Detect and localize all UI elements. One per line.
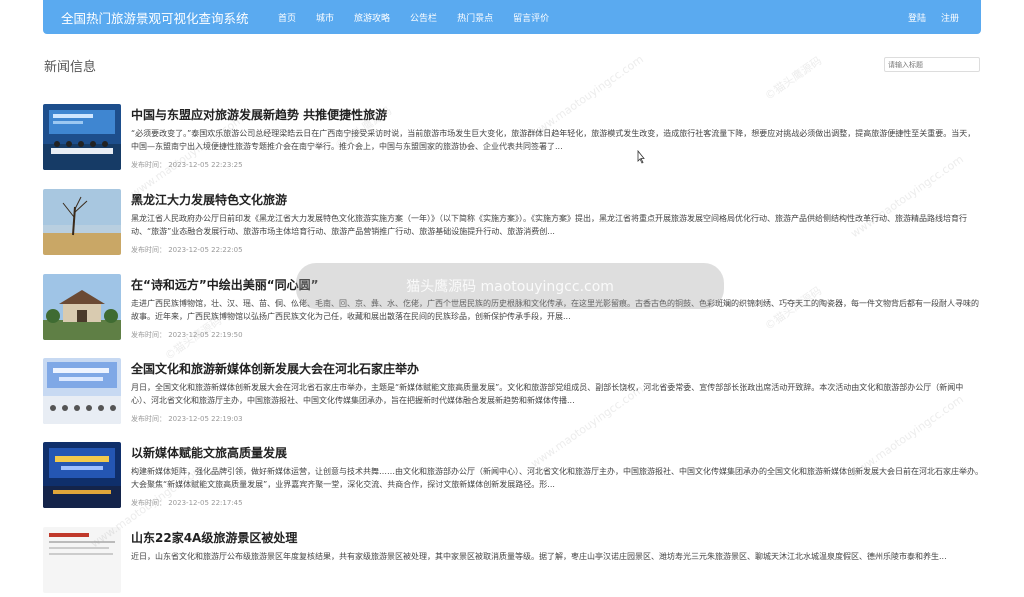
news-time: 发布时间： 2023-12-05 22:17:45 (131, 499, 243, 507)
watermark-text: ©猫头鹰源码 (762, 54, 825, 103)
news-item[interactable]: 以新媒体赋能文旅高质量发展 构建新媒体矩阵，强化品牌引领，做好新媒体运营，让创意… (43, 442, 983, 512)
conference-photo-icon (43, 104, 121, 170)
login-link[interactable]: 登陆 (908, 11, 926, 24)
news-title[interactable]: 以新媒体赋能文旅高质量发展 (131, 444, 287, 461)
search-input[interactable] (884, 57, 980, 72)
auth-links: 登陆 注册 (893, 11, 959, 24)
site-brand[interactable]: 全国热门旅游景观可视化查询系统 (61, 8, 261, 27)
news-summary: 构建新媒体矩阵，强化品牌引领，做好新媒体运营，让创意与技术共舞……由文化和旅游部… (131, 467, 983, 489)
news-thumbnail[interactable] (43, 189, 121, 255)
news-time: 发布时间： 2023-12-05 22:19:50 (131, 331, 243, 339)
news-title[interactable]: 黑龙江大力发展特色文化旅游 (131, 191, 287, 208)
lake-tree-photo-icon (43, 189, 121, 255)
news-summary: 走进广西民族博物馆，壮、汉、瑶、苗、侗、仫佬、毛南、回、京、彝、水、仡佬，广西个… (131, 299, 979, 321)
news-title[interactable]: 中国与东盟应对旅游发展新趋势 共推便捷性旅游 (131, 106, 387, 123)
news-summary: 月日，全国文化和旅游新媒体创新发展大会在河北省石家庄市举办，主题是“新媒体赋能文… (131, 383, 964, 405)
news-thumbnail[interactable] (43, 442, 121, 508)
museum-photo-icon (43, 274, 121, 340)
nav-city[interactable]: 城市 (316, 11, 334, 24)
register-link[interactable]: 注册 (941, 11, 959, 24)
news-title[interactable]: 全国文化和旅游新媒体创新发展大会在河北石家庄举办 (131, 360, 419, 377)
news-summary: 黑龙江省人民政府办公厅日前印发《黑龙江省大力发展特色文化旅游实施方案（一年）》（… (131, 214, 967, 236)
nav-home[interactable]: 首页 (278, 11, 296, 24)
news-item[interactable]: 在“诗和远方”中绘出美丽“同心圆” 走进广西民族博物馆，壮、汉、瑶、苗、侗、仫佬… (43, 274, 983, 344)
nav-comments[interactable]: 留言评价 (513, 11, 549, 24)
news-item[interactable]: 中国与东盟应对旅游发展新趋势 共推便捷性旅游 “必须要改变了。”泰国欢乐旅游公司… (43, 104, 983, 174)
conference-hall-photo-icon (43, 358, 121, 424)
page-title: 新闻信息 (44, 60, 97, 75)
news-item[interactable]: 山东22家4A级旅游景区被处理 近日，山东省文化和旅游厅公布级旅游景区年度复核结… (43, 527, 983, 597)
top-navbar: 全国热门旅游景观可视化查询系统 首页 城市 旅游攻略 公告栏 热门景点 留言评价… (43, 0, 981, 34)
news-title[interactable]: 山东22家4A级旅游景区被处理 (131, 529, 297, 546)
news-summary: “必须要改变了。”泰国欢乐旅游公司总经理梁皓云日在广西南宁接受采访时说，当前旅游… (131, 129, 976, 151)
nav-travel-guide[interactable]: 旅游攻略 (354, 11, 390, 24)
document-photo-icon (43, 527, 121, 593)
stage-photo-icon (43, 442, 121, 508)
news-time: 发布时间： 2023-12-05 22:22:05 (131, 246, 243, 254)
news-thumbnail[interactable] (43, 274, 121, 340)
nav-bulletin[interactable]: 公告栏 (410, 11, 437, 24)
news-title[interactable]: 在“诗和远方”中绘出美丽“同心圆” (131, 276, 319, 293)
news-thumbnail[interactable] (43, 527, 121, 593)
nav-hot-spots[interactable]: 热门景点 (457, 11, 493, 24)
news-thumbnail[interactable] (43, 358, 121, 424)
news-thumbnail[interactable] (43, 104, 121, 170)
news-time: 发布时间： 2023-12-05 22:19:03 (131, 415, 243, 423)
nav-menu: 首页 城市 旅游攻略 公告栏 热门景点 留言评价 (278, 11, 569, 24)
news-summary: 近日，山东省文化和旅游厅公布级旅游景区年度复核结果，共有家级旅游景区被处理，其中… (131, 552, 947, 561)
news-time: 发布时间： 2023-12-05 22:23:25 (131, 161, 243, 169)
news-item[interactable]: 黑龙江大力发展特色文化旅游 黑龙江省人民政府办公厅日前印发《黑龙江省大力发展特色… (43, 189, 983, 259)
news-item[interactable]: 全国文化和旅游新媒体创新发展大会在河北石家庄举办 月日，全国文化和旅游新媒体创新… (43, 358, 983, 428)
